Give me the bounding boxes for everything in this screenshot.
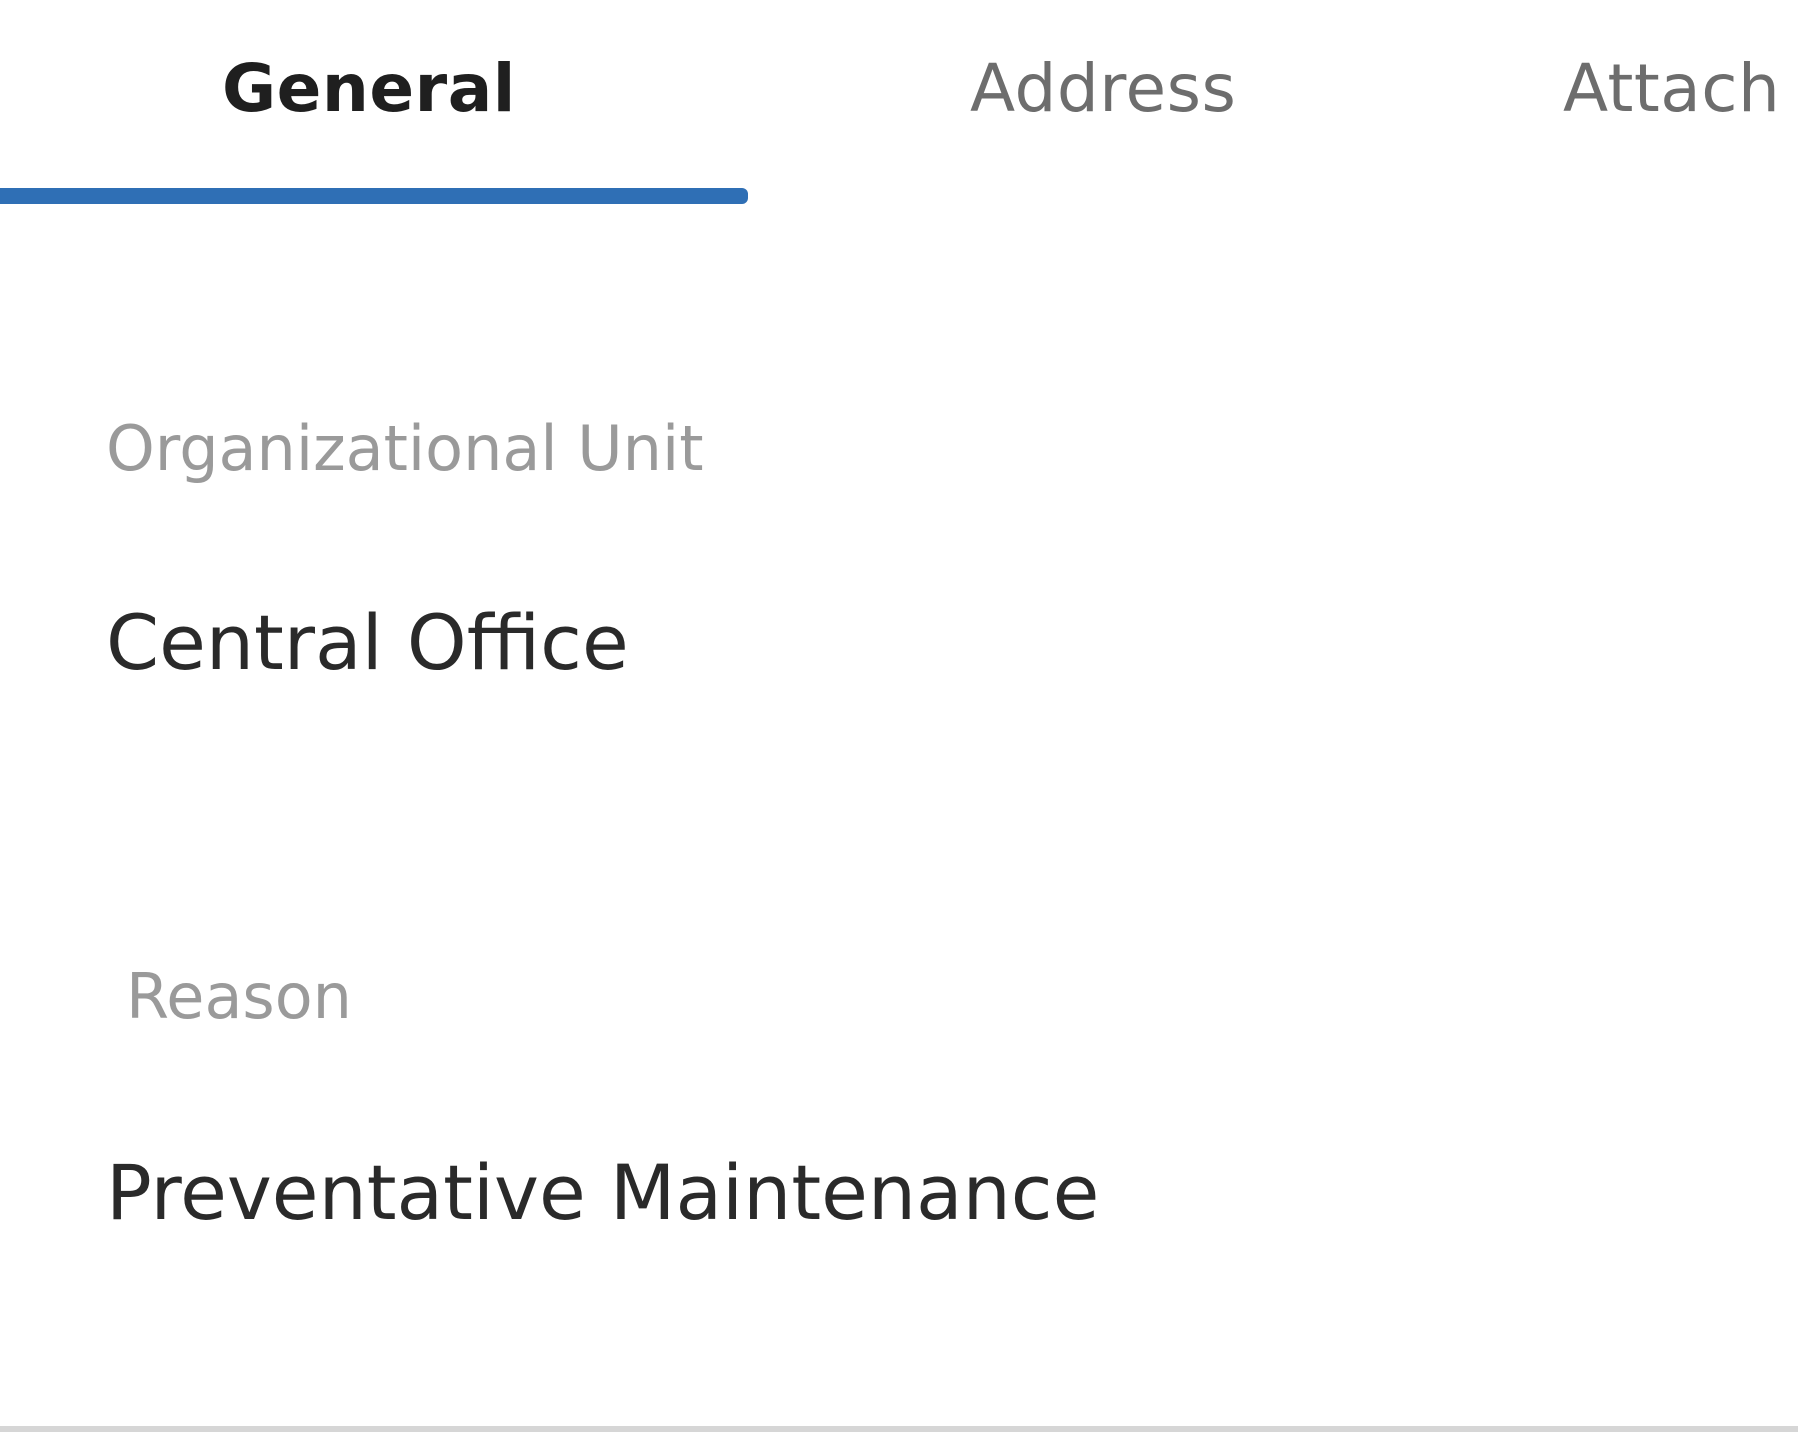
- tab-address[interactable]: Address: [970, 38, 1236, 138]
- tab-attach[interactable]: Attach: [1563, 38, 1798, 138]
- tab-general[interactable]: General: [222, 38, 516, 138]
- record-detail-screen: General Address Attach Organizational Un…: [0, 0, 1798, 1432]
- reason-value: Preventative Maintenance: [106, 1148, 1100, 1237]
- tab-bar: General Address Attach: [0, 0, 1798, 215]
- bottom-divider: [0, 1426, 1798, 1432]
- organizational-unit-value: Central Office: [106, 598, 629, 687]
- reason-label: Reason: [126, 960, 352, 1033]
- active-tab-indicator: [0, 188, 748, 204]
- organizational-unit-label: Organizational Unit: [106, 412, 704, 485]
